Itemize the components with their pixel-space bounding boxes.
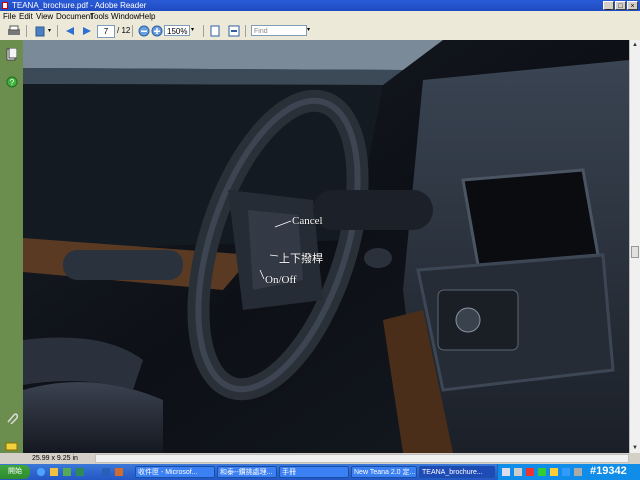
close-button[interactable]: × (627, 1, 638, 10)
pages-icon[interactable] (6, 48, 17, 61)
toolbar-separator (57, 25, 58, 37)
comments-icon[interactable] (5, 442, 18, 452)
tools-dropdown-icon[interactable]: ▾ (48, 24, 51, 38)
menu-bar: File Edit View Document Tools Window Hel… (0, 11, 640, 22)
svg-text:?: ? (10, 78, 15, 87)
menu-help[interactable]: Help (139, 11, 155, 22)
task-outlook[interactable]: 收件匣 - Microsof... (135, 466, 215, 478)
fit-page-icon (210, 25, 220, 37)
horizontal-scrollbar[interactable] (95, 454, 629, 463)
fit-page-button[interactable] (207, 24, 223, 38)
taskbar: 開始 收件匣 - Microsof... 和泰--鑽挑處理... 手冊 New … (0, 464, 640, 480)
fit-width-button[interactable] (226, 24, 242, 38)
menu-view[interactable]: View (36, 11, 53, 22)
menu-document[interactable]: Document (56, 11, 92, 22)
powerpoint-icon[interactable] (114, 467, 124, 477)
task-email-draft[interactable]: 和泰--鑽挑處理... (217, 466, 277, 478)
window-title: TEANA_brochure.pdf - Adobe Reader (12, 1, 147, 10)
help-icon[interactable]: ? (6, 76, 18, 88)
print-button[interactable] (6, 24, 22, 38)
maximize-button[interactable]: □ (615, 1, 626, 10)
menu-tools[interactable]: Tools (90, 11, 109, 22)
page-number-input[interactable]: 7 (97, 25, 115, 38)
next-page-button[interactable] (79, 24, 95, 38)
pdf-icon (2, 2, 8, 9)
zoom-in-button[interactable] (149, 24, 165, 38)
excel-icon[interactable] (75, 467, 85, 477)
toolbar: ▾ (0, 22, 640, 41)
word-icon[interactable] (101, 467, 111, 477)
watermark: #19342 (590, 465, 627, 477)
window-controls: _ □ × (603, 1, 638, 10)
zoom-in-icon (151, 25, 163, 37)
callout-lines (259, 220, 292, 280)
toolbar-separator (245, 25, 246, 37)
scroll-down-icon[interactable]: ▼ (631, 443, 639, 453)
toolbar-separator (26, 25, 27, 37)
menu-edit[interactable]: Edit (19, 11, 33, 22)
menu-file[interactable]: File (3, 11, 16, 22)
outlook-icon[interactable] (49, 467, 59, 477)
minimize-button[interactable]: _ (603, 1, 614, 10)
menu-window[interactable]: Window (111, 11, 139, 22)
page-total: / 12 (117, 26, 131, 35)
document-view[interactable]: Cancel 上下撥桿 On/Off (23, 40, 629, 453)
hand-tool-icon (35, 26, 45, 37)
task-adobe-reader[interactable]: TEANA_brochure... (419, 466, 495, 478)
zoom-dropdown-icon[interactable]: ▾ (191, 25, 199, 36)
arrow-left-icon (66, 27, 74, 35)
find-dropdown-icon[interactable]: ▾ (307, 25, 310, 36)
car-interior-photo (23, 40, 629, 453)
scroll-up-icon[interactable]: ▲ (631, 40, 639, 50)
page-size-label: 25.99 x 9.25 in (32, 455, 78, 462)
ie-icon[interactable] (36, 467, 46, 477)
navigation-sidebar: ? (0, 40, 23, 453)
toolbar-separator (203, 25, 204, 37)
previous-page-button[interactable] (62, 24, 78, 38)
task-manual-folder[interactable]: 手冊 (279, 466, 349, 478)
scroll-thumb[interactable] (631, 246, 639, 258)
attachment-icon[interactable] (5, 412, 18, 424)
arrow-right-icon (83, 27, 91, 35)
zoom-input[interactable]: 150% (164, 25, 190, 36)
start-button[interactable]: 開始 (0, 465, 30, 479)
find-input[interactable]: Find (251, 25, 307, 36)
task-teana-doc[interactable]: New Teana 2.0 定... (351, 466, 417, 478)
vertical-scrollbar[interactable]: ▲ ▼ (629, 40, 640, 453)
tools-button[interactable] (32, 24, 48, 38)
toolbar-separator (132, 25, 133, 37)
media-icon[interactable] (62, 467, 72, 477)
fit-width-icon (228, 25, 240, 37)
printer-icon (8, 25, 20, 35)
window-titlebar: TEANA_brochure.pdf - Adobe Reader _ □ × (0, 0, 640, 11)
